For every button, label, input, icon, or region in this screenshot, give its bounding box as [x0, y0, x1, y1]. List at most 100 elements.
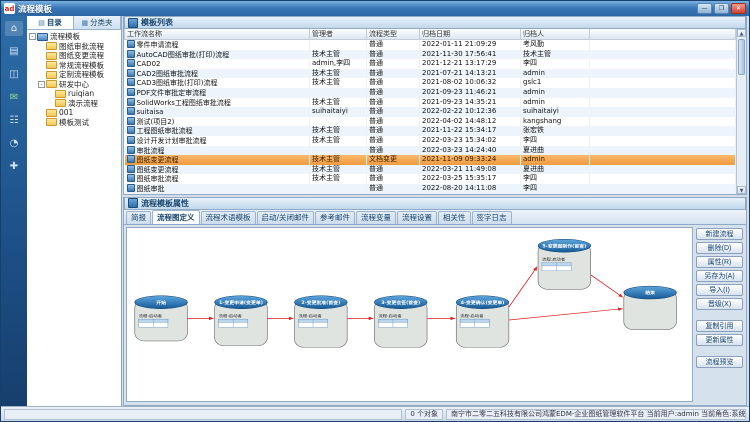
tree-item[interactable]: -研发中心 — [27, 80, 121, 90]
import-button[interactable]: 导入(I) — [696, 284, 743, 296]
flow-preview-button[interactable]: 流程预览 — [696, 356, 743, 368]
template-row[interactable]: PDF文件审批定审流程普通2021-09-23 11:46:21admin — [125, 88, 736, 98]
copy-ref-button[interactable]: 复制引用 — [696, 320, 743, 332]
template-row[interactable]: 测试(项目2)普通2022-04-02 14:48:12kangshang — [125, 117, 736, 127]
cell-filler — [590, 174, 736, 184]
list-scrollbar[interactable]: ▲ ▼ — [736, 29, 746, 194]
save-as-button[interactable]: 另存为(A) — [696, 270, 743, 282]
scroll-down-icon[interactable]: ▼ — [737, 186, 746, 194]
cell-archiver: 李四 — [521, 136, 590, 146]
template-row[interactable]: CAD3图纸审批(打印)流程技术主管普通2021-08-02 10:06:32g… — [125, 78, 736, 88]
tab-relevance[interactable]: 相关性 — [438, 211, 471, 224]
cell-flow-type: 普通 — [367, 184, 420, 194]
tab-flow-settings[interactable]: 流程设置 — [397, 211, 437, 224]
cell-archive-date: 2022-08-20 14:11:08 — [420, 184, 521, 194]
column-header[interactable]: 管理者 — [310, 29, 367, 40]
mail-icon[interactable]: ✉ — [5, 90, 23, 105]
cell-archiver: 张宏铁 — [521, 126, 590, 136]
maximize-button[interactable]: ❐ — [714, 3, 729, 14]
template-row[interactable]: 工程图纸审批流程技术主管普通2021-11-22 15:34:17张宏铁 — [125, 126, 736, 136]
cell-archiver: 夏进曲 — [521, 165, 590, 175]
tab-summary[interactable]: 简报 — [126, 211, 151, 224]
cell-archive-date: 2022-03-23 15:34:02 — [420, 136, 521, 146]
documents-icon[interactable]: ▤ — [5, 44, 23, 59]
template-row[interactable]: AutoCAD图纸审批(打印)流程技术主管普通2021-11-30 17:56:… — [125, 50, 736, 60]
template-row[interactable]: 设计开发计划审批流程技术主管普通2022-03-23 15:34:02李四 — [125, 136, 736, 146]
template-row[interactable]: 图纸审批普通2022-08-20 14:11:08李四 — [125, 184, 736, 194]
template-row[interactable]: SolidWorks工程图纸审批流程技术主管普通2021-09-23 14:35… — [125, 98, 736, 108]
tree-item[interactable]: 模板测试 — [27, 118, 121, 128]
tab-ref-mail[interactable]: 参考邮件 — [315, 211, 355, 224]
template-row[interactable]: suitaisasuihaitaiyi普通2022-02-22 10:12:36… — [125, 107, 736, 117]
column-header[interactable]: 归档日期 — [420, 29, 521, 40]
tree-panel-tabs: ▤目录▦分类夹 — [27, 16, 121, 30]
folder-icon — [46, 52, 57, 60]
cell-workflow-name: AutoCAD图纸审批(打印)流程 — [125, 50, 310, 60]
list-panel-icon — [128, 18, 138, 28]
cell-workflow-name: 测试(项目2) — [125, 117, 310, 127]
tab-flow-definition[interactable]: 流程图定义 — [152, 210, 200, 224]
workflow-icon — [127, 40, 135, 48]
workflow-icon — [127, 117, 135, 125]
tab-term-template[interactable]: 流程术语模板 — [201, 211, 256, 224]
flow-node-step2[interactable]: 2-变更批准(首查)流程:启动者 — [295, 295, 348, 347]
settings-icon[interactable]: ✚ — [5, 159, 23, 174]
history-icon[interactable]: ◔ — [5, 136, 23, 151]
home-icon[interactable]: ⌂ — [5, 21, 23, 36]
cell-workflow-name: 图纸变更流程 — [125, 165, 310, 175]
flow-node-step4[interactable]: 4-变更确认(变更单)流程:启动者 — [456, 295, 509, 347]
tree-toggle-icon[interactable]: - — [29, 33, 36, 40]
template-row[interactable]: CAD2图纸审批流程技术主管普通2021-07-21 14:13:21admin — [125, 69, 736, 79]
tab-directory[interactable]: ▤目录 — [27, 16, 74, 29]
column-header[interactable]: 流程类型 — [367, 29, 420, 40]
flow-node-subtitle: 流程:启动者 — [139, 312, 162, 317]
tab-sign-log[interactable]: 签字日志 — [472, 211, 512, 224]
flow-canvas[interactable]: 开始流程:启动者 1-变更申请(变更单)流程:启动者 2-变更批准(首查)流程:启动… — [126, 227, 693, 403]
cell-flow-type: 普通 — [367, 59, 420, 69]
users-icon[interactable]: ☷ — [5, 113, 23, 128]
tree-item[interactable]: 演示流程 — [27, 99, 121, 109]
status-info: 南宁市二零二五科技有限公司鸿蒙EDM-企业图纸管理软件平台 当前用户:admin… — [446, 409, 746, 420]
update-props-button[interactable]: 更新属性 — [696, 334, 743, 346]
cell-workflow-name: CAD3图纸审批(打印)流程 — [125, 78, 310, 88]
minimize-button[interactable]: — — [697, 3, 712, 14]
template-row[interactable]: 图纸审批流程技术主管普通2022-03-25 15:35:17李四 — [125, 174, 736, 184]
new-flow-button[interactable]: 新建流程 — [696, 228, 743, 240]
delete-button[interactable]: 删除(D) — [696, 242, 743, 254]
column-header[interactable]: 归档人 — [521, 29, 590, 40]
scroll-up-icon[interactable]: ▲ — [737, 29, 746, 37]
tab-flow-variables[interactable]: 流程变量 — [356, 211, 396, 224]
properties-button[interactable]: 属性(R) — [696, 256, 743, 268]
cell-workflow-name: 图纸审批流程 — [125, 174, 310, 184]
cell-archiver: gslc1 — [521, 78, 590, 88]
upgrade-button[interactable]: 晋级(X) — [696, 298, 743, 310]
reports-icon[interactable]: ◫ — [5, 67, 23, 82]
template-row[interactable]: 图纸变更流程技术主管文档变更2021-11-09 09:33:24admin — [125, 155, 736, 165]
cell-manager — [310, 184, 367, 194]
column-header[interactable]: 工作流名称 — [125, 29, 310, 40]
workflow-icon — [127, 50, 135, 58]
cell-manager: 技术主管 — [310, 165, 367, 175]
template-row[interactable]: 审批流程普通2022-03-23 14:24:40夏进曲 — [125, 146, 736, 156]
workflow-icon — [127, 155, 135, 163]
scrollbar-thumb[interactable] — [738, 39, 745, 75]
flow-node-step3[interactable]: 3-变更会签(首查)流程:启动者 — [374, 295, 427, 347]
close-button[interactable]: ✕ — [731, 3, 746, 14]
tab-categories[interactable]: ▦分类夹 — [74, 16, 121, 29]
tab-start-close-mail[interactable]: 启动/关闭邮件 — [257, 211, 315, 224]
flow-diagram: 开始流程:启动者 1-变更申请(变更单)流程:启动者 2-变更批准(首查)流程:启动… — [127, 228, 692, 402]
tree-toggle-icon[interactable]: - — [38, 81, 45, 88]
cell-workflow-name: 图纸审批 — [125, 184, 310, 194]
cell-filler — [590, 107, 736, 117]
column-header[interactable] — [590, 29, 736, 40]
cell-manager: 技术主管 — [310, 136, 367, 146]
flow-node-end[interactable]: 结束 — [624, 286, 677, 330]
template-row[interactable]: 零件申请流程普通2022-01-11 21:09:29考风勤 — [125, 40, 736, 50]
cell-archive-date: 2021-08-02 10:06:32 — [420, 78, 521, 88]
flow-node-step5[interactable]: 5-变更图制作(首查)流程:启动者 — [538, 239, 591, 289]
flow-node-step1[interactable]: 1-变更申请(变更单)流程:启动者 — [215, 295, 268, 345]
template-row[interactable]: CAD02admin,李四普通2021-12-21 13:17:29李四 — [125, 59, 736, 69]
flow-node-start[interactable]: 开始流程:启动者 — [135, 295, 188, 340]
tab-directory-label: 目录 — [47, 17, 62, 28]
template-row[interactable]: 图纸变更流程技术主管普通2022-03-21 11:49:08夏进曲 — [125, 165, 736, 175]
